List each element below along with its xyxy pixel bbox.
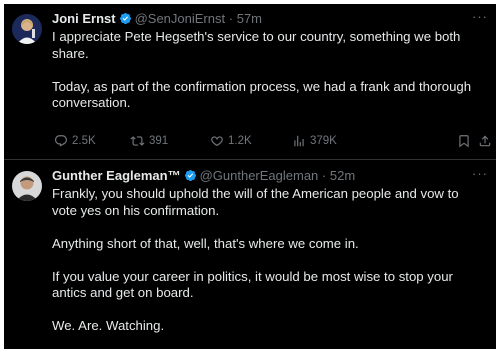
share-icon xyxy=(479,135,491,147)
more-icon[interactable]: ··· xyxy=(472,167,488,180)
avatar[interactable] xyxy=(12,171,42,201)
bookmark-icon xyxy=(459,135,469,148)
author-handle[interactable]: @SenJoniErnst xyxy=(135,11,226,26)
reply-count: 2.5K xyxy=(72,135,96,147)
author-handle[interactable]: @GuntherEagleman xyxy=(200,168,319,183)
author-name[interactable]: Gunther Eagleman™ xyxy=(52,168,181,183)
repost-button[interactable]: 391 xyxy=(130,132,168,150)
tweet-text: Frankly, you should uphold the will of t… xyxy=(52,186,459,333)
tweet-gunther-eagleman[interactable]: Gunther Eagleman™ @GuntherEagleman · 52m … xyxy=(4,161,496,349)
divider xyxy=(4,159,496,160)
timeline: Joni Ernst @SenJoniErnst · 57m ··· I appr… xyxy=(4,4,496,349)
like-count: 1.2K xyxy=(228,135,252,147)
bookmark-button[interactable] xyxy=(457,132,475,150)
share-button[interactable] xyxy=(478,132,496,150)
repost-count: 391 xyxy=(149,135,169,147)
views-count: 379K xyxy=(310,135,337,147)
verified-badge-icon xyxy=(184,169,197,186)
action-bar: 2.5K 391 1.2K 379K xyxy=(52,132,492,150)
views-button[interactable]: 379K xyxy=(292,132,337,150)
author-name[interactable]: Joni Ernst xyxy=(52,11,116,26)
tweet-joni-ernst[interactable]: Joni Ernst @SenJoniErnst · 57m ··· I appr… xyxy=(4,4,496,160)
reply-icon xyxy=(55,135,67,147)
views-icon xyxy=(294,135,304,147)
timestamp[interactable]: 52m xyxy=(330,168,355,183)
timestamp[interactable]: 57m xyxy=(237,11,262,26)
verified-badge-icon xyxy=(119,12,132,29)
tweet-header: Gunther Eagleman™ @GuntherEagleman · 52m xyxy=(52,168,488,184)
avatar[interactable] xyxy=(12,14,42,44)
separator: · xyxy=(321,168,327,183)
like-icon xyxy=(211,136,223,147)
tweet-header: Joni Ernst @SenJoniErnst · 57m xyxy=(52,11,488,27)
tweet-text: I appreciate Pete Hegseth's service to o… xyxy=(52,29,472,110)
reply-button[interactable]: 2.5K xyxy=(54,132,96,150)
separator: · xyxy=(228,11,234,26)
like-button[interactable]: 1.2K xyxy=(210,132,252,150)
more-icon[interactable]: ··· xyxy=(472,10,488,23)
repost-icon xyxy=(130,136,145,146)
